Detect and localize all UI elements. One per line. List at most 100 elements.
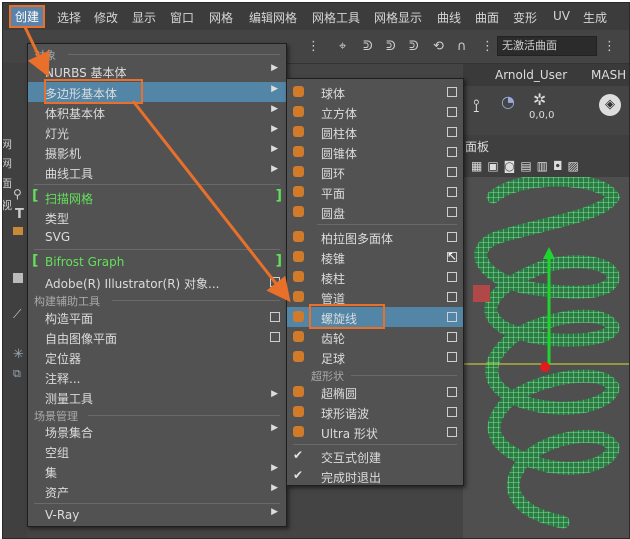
move-tool-icon[interactable]: ⟟ <box>473 96 480 117</box>
option-box-icon[interactable] <box>270 277 280 287</box>
option-box-icon[interactable] <box>447 147 457 157</box>
poly-item-soccer-ball[interactable]: 足球 <box>287 347 463 367</box>
menu-item-cameras[interactable]: 摄影机 ▶ <box>28 142 286 162</box>
menu-edit-mesh[interactable]: 编辑网格 <box>249 9 297 26</box>
option-box-icon[interactable] <box>447 427 457 437</box>
menu-uv[interactable]: UV <box>553 9 570 23</box>
option-box-icon[interactable] <box>447 107 457 117</box>
plane-icon[interactable]: ⟋ <box>13 307 21 322</box>
menu-surfaces[interactable]: 曲面 <box>475 9 499 26</box>
menu-item-measure-tools[interactable]: 测量工具 ▶ <box>28 387 286 407</box>
pipe-icon <box>293 291 304 302</box>
svg-tool-icon[interactable] <box>13 227 23 235</box>
menu-item-type[interactable]: 类型 <box>28 207 286 227</box>
viewport-icons[interactable]: ▦▣◙▤▥◘▨ <box>471 159 584 173</box>
option-box-icon[interactable] <box>447 187 457 197</box>
menu-item-volume-primitives[interactable]: 体积基本体 ▶ <box>28 102 286 122</box>
divider <box>34 184 280 185</box>
menu-mesh-display[interactable]: 网格显示 <box>374 9 422 26</box>
menu-item-bifrost-graph[interactable]: [Bifrost Graph] <box>28 252 286 272</box>
option-box-icon[interactable] <box>447 407 457 417</box>
menu-window[interactable]: 窗口 <box>170 9 194 26</box>
snap-view-icon[interactable]: ᕲ <box>409 39 419 54</box>
poly-item-disc[interactable]: 圆盘 <box>287 202 463 222</box>
menu-select[interactable]: 选择 <box>57 9 81 26</box>
menu-item-vray[interactable]: V-Ray ▶ <box>28 505 286 525</box>
snap-point-icon[interactable]: ᕲ <box>386 39 396 54</box>
option-box-icon[interactable] <box>447 232 457 242</box>
menu-item-assets[interactable]: 资产 ▶ <box>28 481 286 501</box>
menu-item-annotation[interactable]: 注释... <box>28 367 286 387</box>
poly-item-cube[interactable]: 立方体 <box>287 102 463 122</box>
option-box-icon[interactable] <box>447 127 457 137</box>
cube-icon <box>293 106 304 117</box>
render-icon[interactable]: ◈ <box>599 94 621 116</box>
checkmark-icon: ✔ <box>293 448 304 462</box>
menu-curves[interactable]: 曲线 <box>437 9 461 26</box>
annotation-icon[interactable]: ⧉ <box>13 367 21 381</box>
arrow-right-icon: ▶ <box>271 124 278 134</box>
menu-item-curve-tools[interactable]: 曲线工具 ▶ <box>28 162 286 182</box>
poly-item-spherical-harmonics[interactable]: 球形谐波 <box>287 402 463 422</box>
snap-curve-icon[interactable]: ᕲ <box>363 39 373 54</box>
menu-item-lights[interactable]: 灯光 ▶ <box>28 122 286 142</box>
menu-deform[interactable]: 变形 <box>513 9 537 26</box>
live-surface-field[interactable]: 无激活曲面 <box>497 36 597 56</box>
menu-item-free-image-plane[interactable]: 自由图像平面 <box>28 327 286 347</box>
snap-surface-icon[interactable]: ⟲ <box>433 39 444 54</box>
menu-item-illustrator-object[interactable]: Adobe(R) Illustrator(R) 对象... <box>28 272 286 292</box>
poly-item-gear[interactable]: 齿轮 <box>287 327 463 347</box>
time-icon[interactable]: ◔ <box>501 92 515 111</box>
poly-toggle-exit-on-completion[interactable]: ✔ 完成时退出 <box>287 466 463 486</box>
select-tool-icon[interactable]: ⚲ <box>13 187 22 201</box>
tab-mash[interactable]: MASH <box>591 68 626 82</box>
snap-grid-icon[interactable]: ⌖ <box>339 39 346 54</box>
option-box-icon[interactable] <box>447 332 457 342</box>
menu-generate[interactable]: 生成 <box>583 9 607 26</box>
option-box-icon[interactable] <box>447 87 457 97</box>
poly-item-prism[interactable]: 棱柱 <box>287 267 463 287</box>
poly-item-platonic-solids[interactable]: 柏拉图多面体 <box>287 227 463 247</box>
poly-item-torus[interactable]: 圆环 <box>287 162 463 182</box>
text-tool-icon[interactable]: T <box>15 207 24 222</box>
snap-live-icon[interactable]: ∩ <box>457 39 467 54</box>
poly-item-super-ellipse[interactable]: 超椭圆 <box>287 382 463 402</box>
locator-icon[interactable]: ✳ <box>13 347 24 362</box>
menu-item-nurbs[interactable]: NURBS 基本体 ▶ <box>28 61 286 81</box>
poly-item-cone[interactable]: 圆锥体 <box>287 142 463 162</box>
poly-item-ultra-shape[interactable]: Ultra 形状 <box>287 422 463 442</box>
option-box-icon[interactable] <box>447 167 457 177</box>
menu-item-scene-assembly[interactable]: 场景集合 ▶ <box>28 421 286 441</box>
tab-arnold-user[interactable]: Arnold_User <box>495 68 567 82</box>
menu-mesh[interactable]: 网格 <box>209 9 233 26</box>
option-box-icon[interactable] <box>447 387 457 397</box>
option-box-icon[interactable] <box>447 292 457 302</box>
menu-item-construction-plane[interactable]: 构造平面 <box>28 307 286 327</box>
3d-viewport[interactable] <box>463 177 629 538</box>
snowflake-icon[interactable]: ✲ <box>533 90 546 109</box>
menu-item-sets[interactable]: 集 ▶ <box>28 461 286 481</box>
super-ellipse-icon <box>293 386 304 397</box>
menu-item-empty-group[interactable]: 空组 <box>28 441 286 461</box>
poly-item-pyramid[interactable]: 棱锥 ↖ <box>287 247 463 267</box>
option-box-icon[interactable] <box>447 312 457 322</box>
menu-display[interactable]: 显示 <box>132 9 156 26</box>
menu-create[interactable]: 创建 <box>8 5 46 28</box>
option-box-icon[interactable] <box>270 312 280 322</box>
poly-item-plane[interactable]: 平面 <box>287 182 463 202</box>
option-box-icon[interactable] <box>447 272 457 282</box>
poly-toggle-interactive-creation[interactable]: ✔ 交互式创建 <box>287 446 463 466</box>
poly-item-cylinder[interactable]: 圆柱体 <box>287 122 463 142</box>
option-box-icon[interactable] <box>270 332 280 342</box>
poly-item-sphere[interactable]: 球体 <box>287 82 463 102</box>
panel-menu[interactable]: 面板 <box>465 138 489 155</box>
option-box-icon[interactable] <box>447 207 457 217</box>
option-box-icon[interactable] <box>447 352 457 362</box>
menu-mesh-tools[interactable]: 网格工具 <box>312 9 360 26</box>
menu-item-locator[interactable]: 定位器 <box>28 347 286 367</box>
menu-item-sweep-mesh[interactable]: [扫描网格] <box>28 187 286 207</box>
menu-modify[interactable]: 修改 <box>94 9 118 26</box>
divider <box>317 224 457 225</box>
menu-item-svg[interactable]: SVG <box>28 227 286 247</box>
illustrator-icon[interactable] <box>13 273 23 283</box>
